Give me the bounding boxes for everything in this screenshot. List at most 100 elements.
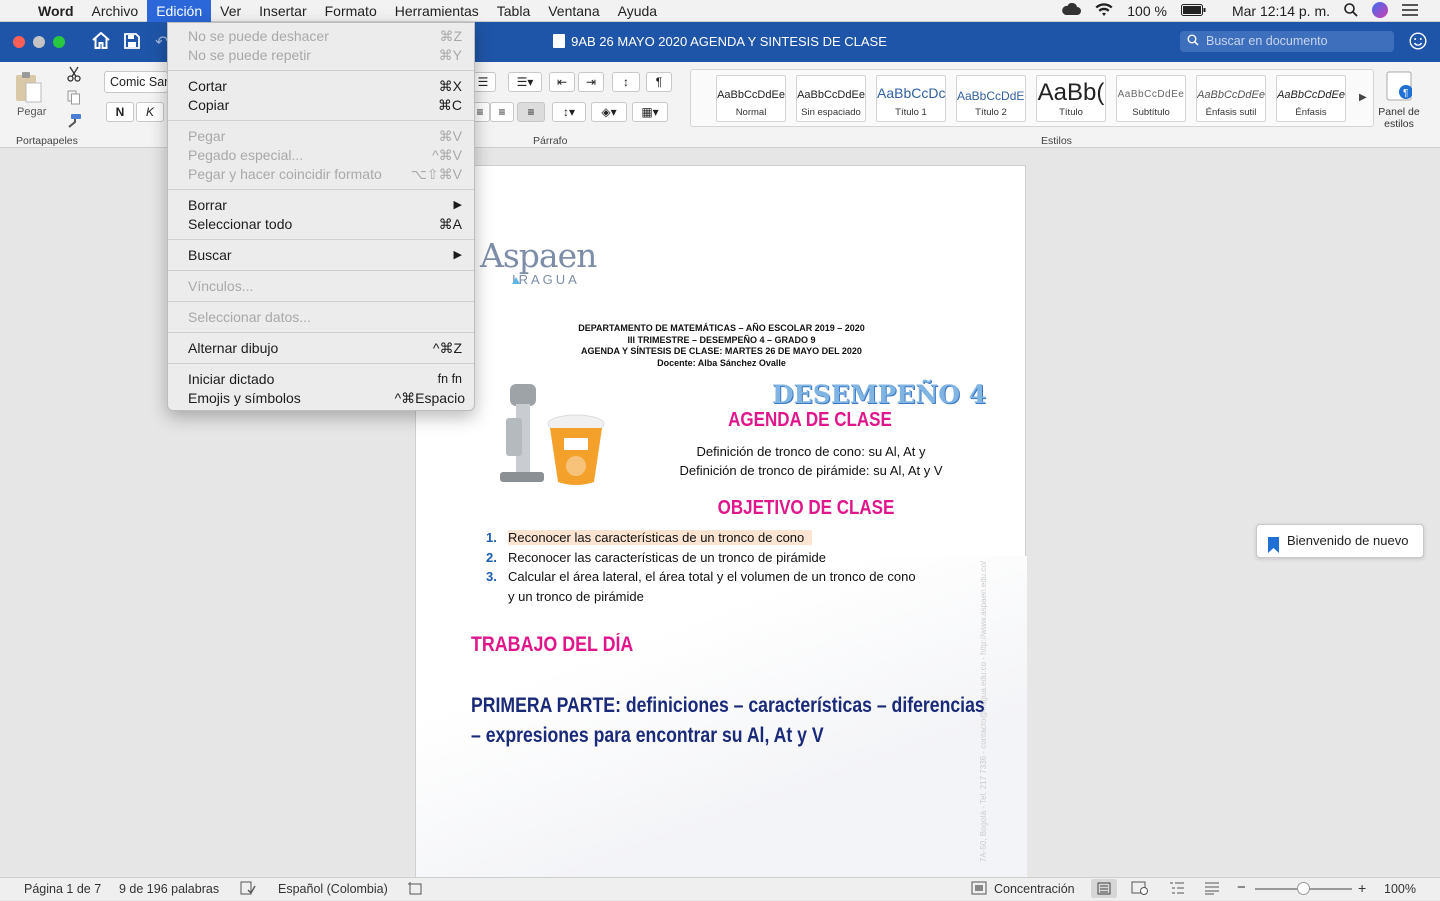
style-title[interactable]: AaBb(Título xyxy=(1036,75,1106,122)
style-emphasis[interactable]: AaBbCcDdEe Énfasis xyxy=(1276,75,1346,122)
menu-paste-special: Pegado especial... ^⌘V xyxy=(188,147,462,163)
style-subtle-emphasis[interactable]: AaBbCcDdEe Énfasis sutil xyxy=(1196,75,1266,122)
zoom-out-icon[interactable]: − xyxy=(1237,879,1246,896)
zoom-in-icon[interactable]: + xyxy=(1358,880,1366,896)
style-heading-2[interactable]: AaBbCcDdEe Título 2 xyxy=(956,75,1026,122)
siri-icon[interactable] xyxy=(1372,1,1388,21)
milkshake-icecream-image xyxy=(494,378,634,496)
track-changes-icon[interactable] xyxy=(408,881,424,899)
proofing-icon[interactable] xyxy=(240,881,256,898)
menu-cut[interactable]: Cortar ⌘X xyxy=(168,77,474,96)
copy-icon[interactable] xyxy=(67,90,81,108)
menu-separator xyxy=(168,189,474,190)
bold-button[interactable]: N xyxy=(106,102,134,122)
borders-button[interactable]: ▦▾ xyxy=(632,102,668,122)
menu-tabla[interactable]: Tabla xyxy=(488,0,539,22)
menu-separator xyxy=(168,363,474,364)
style-subtitle[interactable]: AaBbCcDdEe Subtítulo xyxy=(1116,75,1186,122)
objective-item: 1. Reconocer las características de un tr… xyxy=(486,528,986,548)
zoom-slider-thumb[interactable] xyxy=(1297,882,1310,895)
menu-select-all[interactable]: Seleccionar todo ⌘A xyxy=(168,215,474,234)
objective-item: 2. Reconocer las características de un tr… xyxy=(486,549,826,565)
menu-toggle-drawing[interactable]: Alternar dibujo ^⌘Z xyxy=(168,339,474,358)
menu-edicion[interactable]: Edición xyxy=(147,0,212,22)
objective-title: OBJETIVO DE CLASE xyxy=(717,497,895,519)
menu-ventana[interactable]: Ventana xyxy=(539,0,608,22)
focus-icon[interactable] xyxy=(971,881,987,898)
draft-icon[interactable] xyxy=(1204,881,1220,898)
cut-icon[interactable] xyxy=(67,66,81,85)
spotlight-search-icon[interactable] xyxy=(1344,2,1358,20)
shading-button[interactable]: ◈▾ xyxy=(591,102,627,122)
paste-button[interactable] xyxy=(13,70,49,106)
increase-indent-button[interactable]: ⇥ xyxy=(578,72,604,92)
menu-insertar[interactable]: Insertar xyxy=(250,0,315,22)
align-right-button[interactable]: ≡ xyxy=(490,102,514,122)
menu-formato[interactable]: Formato xyxy=(316,0,386,22)
paragraph-group-label: Párrafo xyxy=(533,135,568,147)
menu-ayuda[interactable]: Ayuda xyxy=(609,0,666,22)
menu-separator xyxy=(168,239,474,240)
web-layout-icon[interactable] xyxy=(1131,881,1149,898)
styles-pane-label[interactable]: Panel de estilos xyxy=(1377,106,1421,130)
page-count[interactable]: Página 1 de 7 xyxy=(24,882,101,896)
word-count[interactable]: 9 de 196 palabras xyxy=(119,882,219,896)
style-heading-1[interactable]: AaBbCcDc Título 1 xyxy=(876,75,946,122)
menu-undo: No se puede deshacer ⌘Z xyxy=(188,28,462,44)
style-normal[interactable]: AaBbCcDdEe Normal xyxy=(716,75,786,122)
style-no-spacing[interactable]: AaBbCcDdEe Sin espaciado xyxy=(796,75,866,122)
agenda-lines: Definición de tronco de cono: su Al, At … xyxy=(679,444,943,478)
submenu-arrow-icon: ▶ xyxy=(453,249,462,261)
decrease-indent-button[interactable]: ⇤ xyxy=(549,72,575,92)
notification-center-icon[interactable] xyxy=(1402,3,1418,19)
menu-select-data: Seleccionar datos... xyxy=(188,309,311,325)
status-bar: Página 1 de 7 9 de 196 palabras Español … xyxy=(0,877,1440,900)
menu-separator xyxy=(168,270,474,271)
menu-clear[interactable]: Borrar ▶ xyxy=(168,196,474,215)
outline-icon[interactable] xyxy=(1169,881,1185,898)
styles-next-icon[interactable]: ▶ xyxy=(1359,92,1367,103)
edit-menu: No se puede deshacer ⌘Z No se puede repet… xyxy=(167,22,475,411)
menu-copy[interactable]: Copiar ⌘C xyxy=(168,96,474,115)
search-document-input[interactable]: Buscar en documento xyxy=(1180,31,1394,52)
styles-pane-icon[interactable]: ¶ xyxy=(1386,71,1413,104)
icloud-icon[interactable] xyxy=(1061,2,1082,19)
smiley-feedback-icon[interactable] xyxy=(1409,32,1427,53)
focus-mode[interactable]: Concentración xyxy=(994,882,1075,896)
zoom-level[interactable]: 100% xyxy=(1384,882,1416,896)
wifi-icon[interactable] xyxy=(1095,2,1113,20)
language[interactable]: Español (Colombia) xyxy=(278,882,388,896)
show-formatting-button[interactable]: ¶ xyxy=(646,72,672,92)
print-layout-icon[interactable] xyxy=(1091,879,1117,898)
desempeno-title: DESEMPEÑO 4 xyxy=(772,380,987,409)
battery-icon[interactable] xyxy=(1180,3,1206,19)
document-page[interactable]: 7A-50, Bogotá - Tel. 217 7336 - contacto… xyxy=(415,165,1027,878)
logo-aspaen: Aspaen xyxy=(480,236,597,275)
menu-archivo[interactable]: Archivo xyxy=(83,0,148,22)
menu-find[interactable]: Buscar ▶ xyxy=(168,246,474,265)
clock[interactable]: Mar 12:14 p. m. xyxy=(1232,3,1330,19)
agenda-title: AGENDA DE CLASE xyxy=(728,409,892,431)
italic-button[interactable]: K xyxy=(136,102,164,122)
search-icon xyxy=(1187,32,1201,53)
objective-item: 3. Calcular el área lateral, el área tota… xyxy=(486,569,916,584)
menu-word[interactable]: Word xyxy=(29,0,83,22)
menu-redo: No se puede repetir ⌘Y xyxy=(188,47,462,63)
line-spacing-button[interactable]: ↕▾ xyxy=(552,102,586,122)
font-name-field[interactable]: Comic Sar xyxy=(104,71,168,93)
menu-bar: Word Archivo Edición Ver Insertar Format… xyxy=(0,0,1440,22)
menu-emoji-symbols[interactable]: Emojis y símbolos ^⌘Espacio xyxy=(168,389,474,408)
welcome-back-bookmark[interactable]: Bienvenido de nuevo xyxy=(1256,524,1424,558)
menu-separator xyxy=(168,301,474,302)
numbering-button[interactable]: ☰▾ xyxy=(508,72,542,92)
menu-herramientas[interactable]: Herramientas xyxy=(386,0,488,22)
apple-icon[interactable] xyxy=(0,0,29,22)
styles-group-label: Estilos xyxy=(1041,135,1072,147)
sort-button[interactable]: ↕ xyxy=(612,72,640,92)
justify-button[interactable]: ≡ xyxy=(517,102,545,122)
menu-ver[interactable]: Ver xyxy=(211,0,250,22)
bookmark-icon xyxy=(1268,533,1279,565)
clipboard-group-label: Portapapeles xyxy=(16,135,78,147)
menu-start-dictation[interactable]: Iniciar dictado fn fn xyxy=(168,370,474,389)
format-painter-icon[interactable] xyxy=(66,113,82,131)
